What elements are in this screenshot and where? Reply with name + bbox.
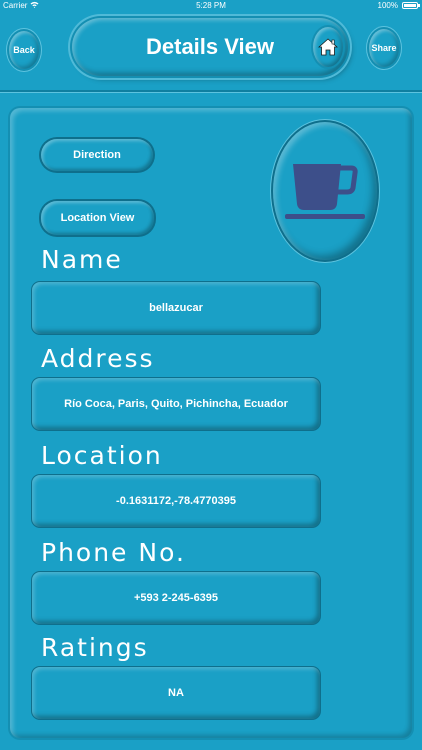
ratings-label: Ratings	[41, 633, 149, 662]
phone-label: Phone No.	[41, 538, 186, 567]
phone-field: +593 2-245-6395	[32, 572, 320, 624]
address-field: Río Coca, Paris, Quito, Pichincha, Ecuad…	[32, 378, 320, 430]
direction-button[interactable]: Direction	[41, 139, 153, 171]
address-label: Address	[41, 344, 155, 373]
header-bar: Back Details View Share	[0, 12, 422, 92]
status-time: 5:28 PM	[196, 1, 226, 10]
status-bar: Carrier 5:28 PM 100%	[0, 0, 422, 12]
place-image	[273, 122, 377, 260]
page-title: Details View	[146, 34, 274, 59]
location-label: Location	[41, 441, 163, 470]
title-bar: Details View	[72, 18, 348, 76]
coffee-cup-icon	[285, 164, 365, 219]
name-field: bellazucar	[32, 282, 320, 334]
header-divider	[0, 90, 422, 92]
name-label: Name	[41, 245, 123, 274]
home-button[interactable]	[313, 27, 343, 67]
ratings-field: NA	[32, 667, 320, 719]
battery-icon	[402, 2, 420, 9]
location-field: -0.1631172,-78.4770395	[32, 475, 320, 527]
share-button[interactable]: Share	[369, 29, 399, 67]
back-button[interactable]: Back	[9, 31, 39, 69]
home-icon	[318, 38, 338, 56]
battery-percent: 100%	[377, 1, 398, 10]
location-view-button[interactable]: Location View	[41, 201, 154, 235]
